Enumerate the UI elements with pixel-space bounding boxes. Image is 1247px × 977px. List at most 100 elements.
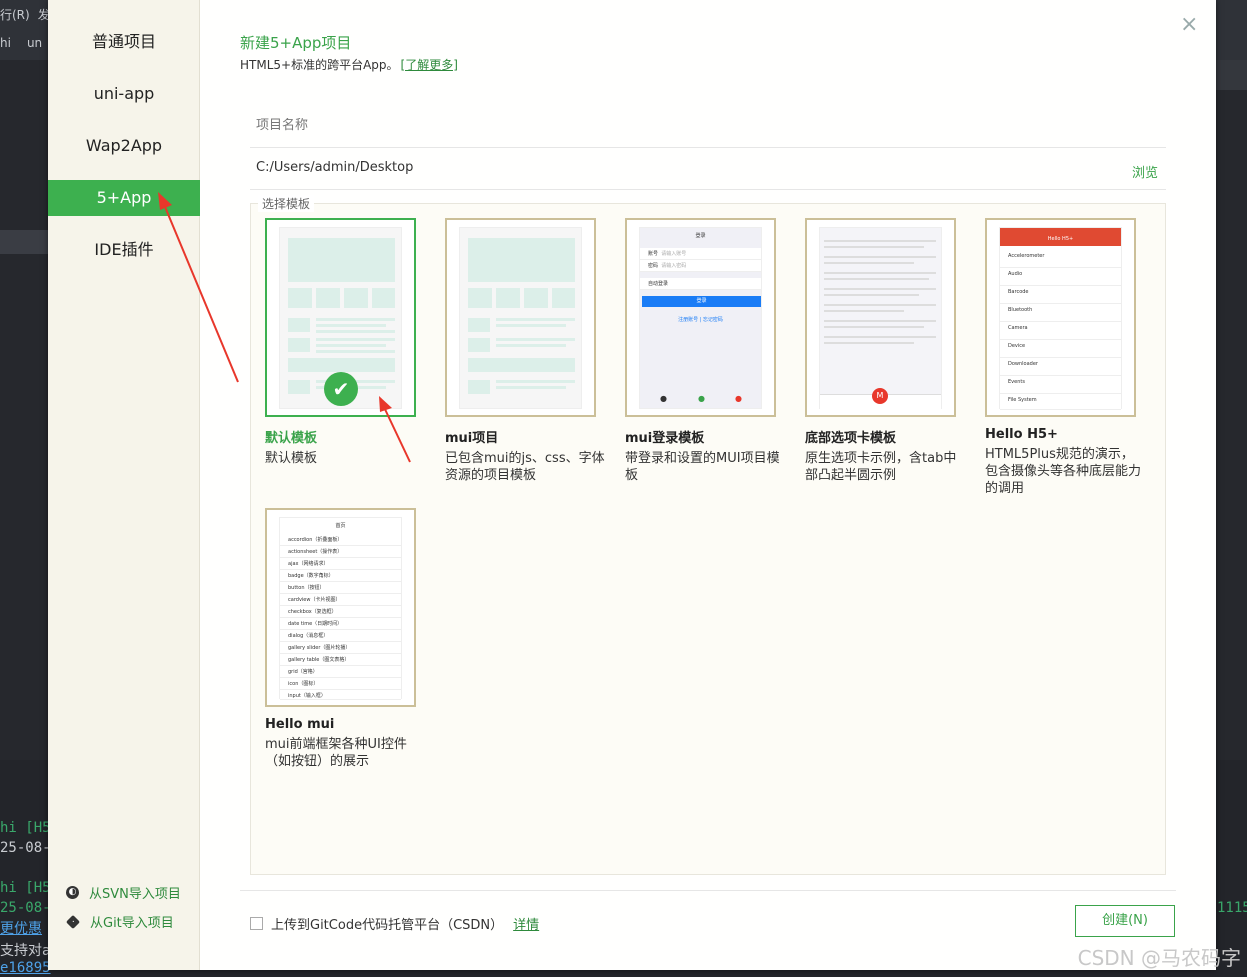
console-line-right: 1115 [1217, 900, 1247, 916]
sidebar-item-ide-plugin[interactable]: IDE插件 [48, 232, 200, 268]
dialog-content: × 新建5+App项目 HTML5+标准的跨平台App。[了解更多] 浏览 选择… [200, 0, 1216, 970]
mui-row: dialog（消息框） [280, 630, 401, 642]
sidebar-item-5plusapp[interactable]: 5+App [48, 180, 200, 216]
template-thumb[interactable]: Hello H5+ Accelerometer Audio Barcode Bl… [985, 218, 1136, 417]
thumb-preview: 首页 accordion（折叠面板） actionsheet（操作表） ajax… [279, 517, 402, 700]
upload-checkbox[interactable] [250, 917, 263, 930]
console-link[interactable]: 更优惠 [0, 918, 42, 938]
project-type-sidebar: 普通项目 uni-app Wap2App 5+App IDE插件 ◐ 从SVN导… [48, 0, 200, 970]
editor-right-tab [1216, 60, 1247, 90]
h5-preview-header: Hello H5+ [1000, 228, 1121, 246]
weibo-icon: ● [735, 394, 742, 403]
template-card-hello-h5[interactable]: Hello H5+ Accelerometer Audio Barcode Bl… [985, 218, 1165, 497]
menu-item[interactable]: 行(R) [0, 8, 30, 22]
svn-icon: ◐ [66, 886, 79, 899]
template-name: 底部选项卡模板 [805, 431, 897, 446]
mui-row: actionsheet（操作表） [280, 546, 401, 558]
mui-row: button（按钮） [280, 582, 401, 594]
footer-divider [240, 890, 1176, 891]
thumb-preview: Hello H5+ Accelerometer Audio Barcode Bl… [999, 227, 1122, 410]
wechat-icon: ● [698, 394, 705, 403]
mui-row: checkbox（复选框） [280, 606, 401, 618]
h5-row: File System [1000, 394, 1121, 410]
git-icon: · [65, 914, 81, 929]
template-thumb[interactable]: M [805, 218, 956, 417]
mui-preview-header: 首页 [335, 523, 346, 529]
close-icon[interactable]: × [1180, 14, 1198, 36]
template-card-hello-mui[interactable]: 首页 accordion（折叠面板） actionsheet（操作表） ajax… [265, 508, 445, 770]
template-desc: 带登录和设置的MUI项目模板 [625, 451, 780, 483]
learn-more-link[interactable]: [了解更多] [401, 58, 458, 72]
sidebar-item-wap2app[interactable]: Wap2App [48, 128, 200, 164]
details-link[interactable]: 详情 [513, 914, 539, 933]
template-card-mui[interactable]: mui项目 已包含mui的js、css、字体资源的项目模板 [445, 218, 625, 484]
template-legend: 选择模板 [258, 195, 315, 212]
editor-tab[interactable]: un [27, 36, 42, 50]
mui-row: accordion（折叠面板） [280, 534, 401, 546]
mui-row: cardview（卡片视图） [280, 594, 401, 606]
subtitle-text: HTML5+标准的跨平台App。 [240, 58, 399, 72]
h5-row: Bluetooth [1000, 304, 1121, 322]
template-thumb[interactable]: ✔ [265, 218, 416, 417]
login-auto-label: 自动登录 [648, 281, 669, 287]
template-thumb[interactable] [445, 218, 596, 417]
sidebar-item-normal[interactable]: 普通项目 [48, 24, 200, 60]
login-preview-links: 注册账号 | 忘记密码 [678, 317, 723, 323]
mui-row: gallery table（图文表格） [280, 654, 401, 666]
console-link[interactable]: e16895 [0, 960, 51, 976]
svn-import-label: 从SVN导入项目 [89, 887, 181, 902]
h5-row: Downloader [1000, 358, 1121, 376]
browse-button[interactable]: 浏览 [1132, 162, 1158, 181]
editor-gutter [0, 60, 48, 760]
template-thumb[interactable]: 登录 账号 请输入账号 密码 请输入密码 自动登录 登录 注册账号 | 忘记密码… [625, 218, 776, 417]
dialog-title: 新建5+App项目 [240, 34, 352, 52]
watermark: CSDN @马农码字 [1077, 946, 1241, 970]
template-desc: HTML5Plus规范的演示，包含摄像头等各种底层能力的调用 [985, 447, 1142, 496]
project-name-input[interactable] [256, 118, 1116, 133]
project-name-field [250, 108, 1166, 148]
login-preview-header: 登录 [695, 233, 706, 239]
h5-row: Camera [1000, 322, 1121, 340]
h5-row: Device [1000, 340, 1121, 358]
login-account-label: 账号 [648, 251, 659, 257]
git-import-label: 从Git导入项目 [90, 916, 174, 931]
template-card-tabbar[interactable]: M 底部选项卡模板 原生选项卡示例，含tab中部凸起半圆示例 [805, 218, 985, 484]
mui-row: icon（图标） [280, 678, 401, 690]
console-line: hi [H5 [0, 820, 51, 836]
mui-row: date time（日期时间） [280, 618, 401, 630]
thumb-preview: M [819, 227, 942, 410]
template-card-default[interactable]: ✔ 默认模板 默认模板 [265, 218, 445, 467]
login-preview-row: 自动登录 [640, 278, 761, 290]
mui-row: input（输入框） [280, 690, 401, 700]
console-line: hi [H5 [0, 880, 51, 896]
template-card-mui-login[interactable]: 登录 账号 请输入账号 密码 请输入密码 自动登录 登录 注册账号 | 忘记密码… [625, 218, 805, 484]
login-account-ph: 请输入账号 [661, 251, 687, 257]
h5-row: Events [1000, 376, 1121, 394]
qq-icon: ● [660, 394, 667, 403]
project-path-field: 浏览 [250, 150, 1166, 190]
create-button[interactable]: 创建(N) [1075, 905, 1175, 937]
editor-tab[interactable]: hi [0, 36, 11, 50]
upload-option: 上传到GitCode代码托管平台（CSDN） 详情 [250, 914, 539, 933]
console-line: 25-08- [0, 840, 51, 856]
template-thumb[interactable]: 首页 accordion（折叠面板） actionsheet（操作表） ajax… [265, 508, 416, 707]
upload-label: 上传到GitCode代码托管平台（CSDN） [271, 918, 504, 933]
login-password-label: 密码 [648, 263, 659, 269]
editor-highlight [0, 230, 48, 254]
dialog-subtitle: HTML5+标准的跨平台App。 [了解更多] [240, 56, 458, 73]
console-line: 25-08- [0, 900, 51, 916]
project-path-input[interactable] [256, 160, 1116, 175]
template-name: Hello H5+ [985, 427, 1058, 442]
login-preview-row: 密码 请输入密码 [640, 260, 761, 272]
sidebar-item-uniapp[interactable]: uni-app [48, 76, 200, 112]
login-preview-button: 登录 [642, 296, 761, 307]
svn-import-link[interactable]: ◐ 从SVN导入项目 [66, 883, 181, 902]
check-icon: ✔ [324, 372, 358, 406]
login-preview-row: 账号 请输入账号 [640, 248, 761, 260]
template-name: 默认模板 [265, 431, 318, 446]
mui-row: gallery slider（图片轮播） [280, 642, 401, 654]
git-import-link[interactable]: · 从Git导入项目 [65, 912, 174, 931]
template-name: Hello mui [265, 717, 335, 732]
mui-row: badge（数字角标） [280, 570, 401, 582]
template-desc: 原生选项卡示例，含tab中部凸起半圆示例 [805, 451, 957, 483]
